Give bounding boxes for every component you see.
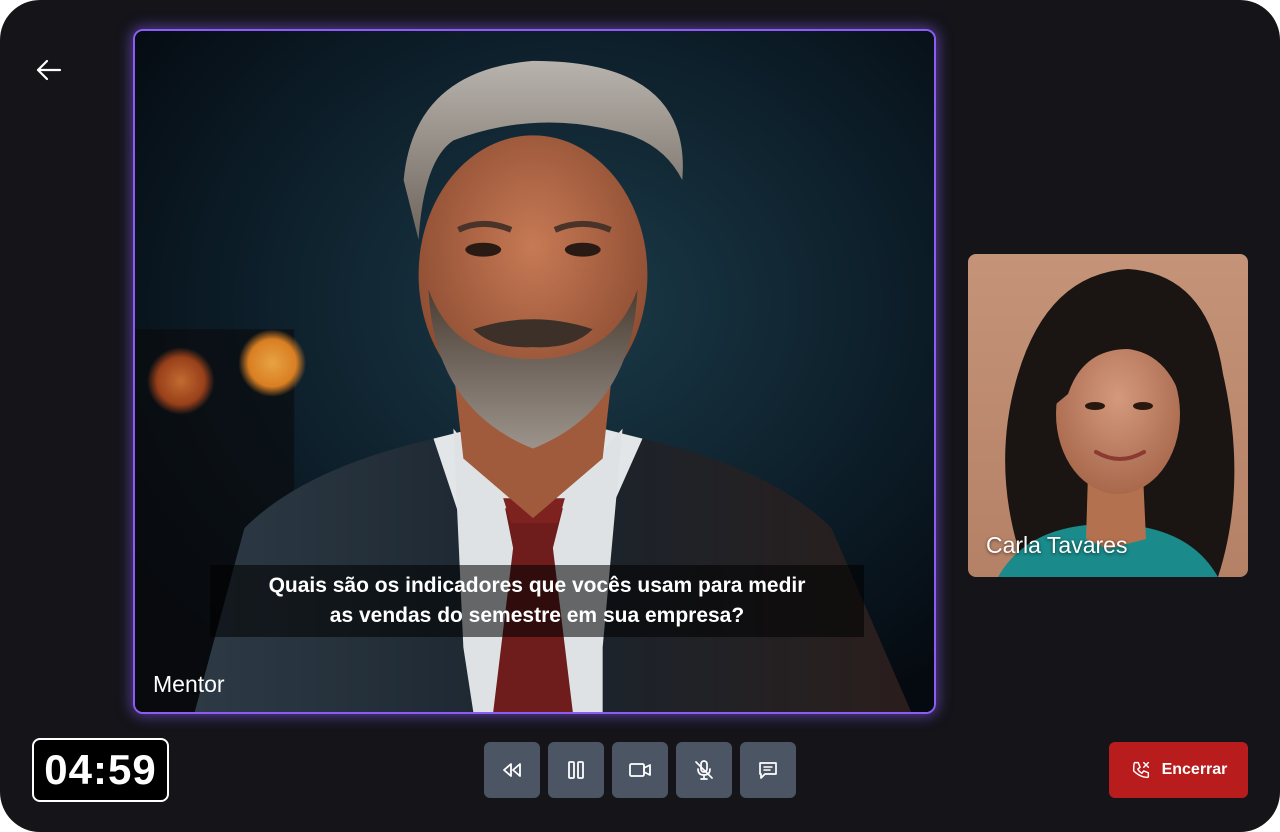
chat-icon [759,762,777,779]
caption-line-1: Quais são os indicadores que vocês usam … [268,574,806,597]
main-video-tile: Quais são os indicadores que vocês usam … [133,29,936,714]
main-participant-name: Mentor [153,671,225,697]
rewind-button[interactable] [484,742,540,798]
participant-video-feed [968,254,1248,577]
camera-button[interactable] [612,742,668,798]
pause-icon [568,761,584,779]
back-button[interactable] [28,52,68,88]
microphone-off-icon [695,760,713,780]
pause-button[interactable] [548,742,604,798]
rewind-icon [503,763,521,777]
end-call-label: Encerrar [1161,761,1228,778]
microphone-button[interactable] [676,742,732,798]
self-video-tile: Carla Tavares [968,254,1248,577]
end-call-button[interactable]: Encerrar [1109,742,1248,798]
side-participant-name: Carla Tavares [986,532,1128,558]
call-timer: 04:59 [32,738,169,802]
chat-button[interactable] [740,742,796,798]
caption-line-2: as vendas do semestre em sua empresa? [329,604,745,627]
subtitle-caption: Quais são os indicadores que vocês usam … [210,565,864,637]
call-controls [484,742,796,798]
phone-end-icon [1132,761,1149,779]
call-window: Quais são os indicadores que vocês usam … [0,0,1280,832]
arrow-left-icon [36,59,62,81]
video-camera-icon [629,763,651,777]
